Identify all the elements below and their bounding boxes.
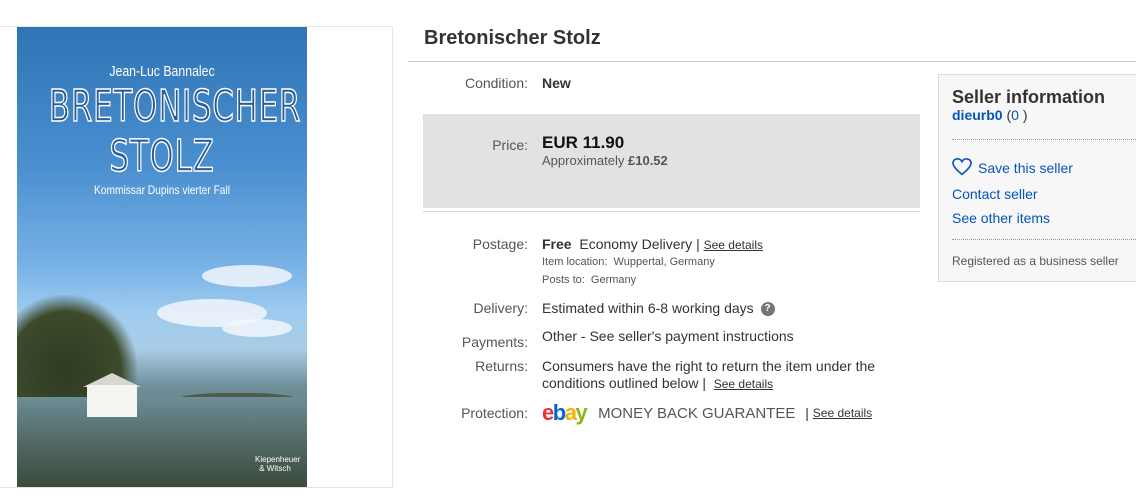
item-location: Item location: Wuppertal, Germany (542, 256, 715, 268)
price-box (423, 114, 920, 210)
book-cover-image[interactable]: Jean-Luc Bannalec BRETONISCHER STOLZ Kom… (17, 27, 307, 487)
help-icon[interactable]: ? (760, 302, 775, 317)
cover-publisher: Kiepenheuer & Witsch (255, 455, 301, 473)
see-other-items-link[interactable]: See other items (952, 210, 1050, 226)
condition-label: Condition: (464, 75, 528, 91)
cover-title-line1: BRETONISCHER (48, 80, 302, 133)
price-approx-value: £10.52 (628, 153, 668, 168)
title-divider (408, 61, 1136, 62)
postage-label: Postage: (472, 236, 528, 252)
cloud (202, 265, 292, 287)
ebay-logo: ebay (542, 400, 588, 425)
save-seller-label: Save this seller (978, 160, 1073, 176)
seller-heading: Seller information (952, 87, 1106, 107)
protection-see-details-link[interactable]: See details (813, 406, 872, 420)
cover-author: Jean-Luc Bannalec (109, 63, 215, 80)
delivery-row: Estimated within 6-8 working days ? (542, 300, 775, 317)
seller-divider (952, 239, 1136, 240)
price-approx: Approximately £10.52 (542, 153, 668, 168)
delivery-label: Delivery: (473, 300, 528, 316)
heart-icon (952, 157, 972, 179)
money-back-guarantee: MONEY BACK GUARANTEE (598, 404, 796, 422)
postage-see-details-link[interactable]: See details (704, 238, 763, 252)
business-seller-note: Registered as a business seller (952, 254, 1119, 268)
protection-row: ebay MONEY BACK GUARANTEE | See details (542, 400, 872, 426)
returns-line2-text: conditions outlined below | (542, 375, 706, 391)
item-location-label: Item location: (542, 256, 608, 268)
seller-feedback-link[interactable]: 0 (1011, 107, 1019, 123)
postage-free: Free (542, 236, 572, 252)
returns-line2: conditions outlined below | See details (542, 375, 773, 391)
payments-label: Payments: (461, 334, 528, 350)
price-label: Price: (492, 137, 528, 153)
cover-title-line2: STOLZ (109, 130, 215, 183)
price-divider (423, 211, 920, 212)
feedback-close: ) (1022, 107, 1028, 123)
contact-seller-link[interactable]: Contact seller (952, 186, 1038, 202)
seller-name-row: dieurb0 (0 ) (952, 107, 1028, 123)
returns-see-details-link[interactable]: See details (714, 377, 773, 391)
cloud (222, 319, 292, 337)
protection-label: Protection: (461, 405, 528, 421)
delivery-value: Estimated within 6-8 working days (542, 300, 754, 316)
seller-info-panel: Seller information dieurb0 (0 ) Save thi… (938, 74, 1136, 282)
seller-divider (952, 139, 1136, 140)
returns-line1: Consumers have the right to return the i… (542, 358, 876, 374)
protection-separator: | (805, 405, 809, 421)
postage-value: Free Economy Delivery | See details (542, 236, 763, 252)
item-title: Bretonischer Stolz (424, 27, 601, 49)
payments-value: Other - See seller's payment instruction… (542, 328, 794, 344)
postage-separator: | (696, 236, 700, 252)
postage-service: Economy Delivery (579, 236, 693, 252)
posts-to: Posts to: Germany (542, 274, 636, 286)
shore (17, 397, 307, 487)
returns-label: Returns: (475, 358, 528, 374)
seller-username-link[interactable]: dieurb0 (952, 107, 1003, 123)
price-value: EUR 11.90 (542, 133, 625, 152)
save-seller-button[interactable]: Save this seller (952, 157, 1073, 179)
item-location-value: Wuppertal, Germany (613, 256, 715, 268)
posts-to-label: Posts to: (542, 274, 585, 286)
condition-value: New (542, 75, 571, 91)
posts-to-value: Germany (590, 274, 637, 286)
cover-subtitle: Kommissar Dupins vierter Fall (93, 183, 231, 197)
price-approx-prefix: Approximately (542, 153, 625, 168)
house (87, 385, 137, 417)
